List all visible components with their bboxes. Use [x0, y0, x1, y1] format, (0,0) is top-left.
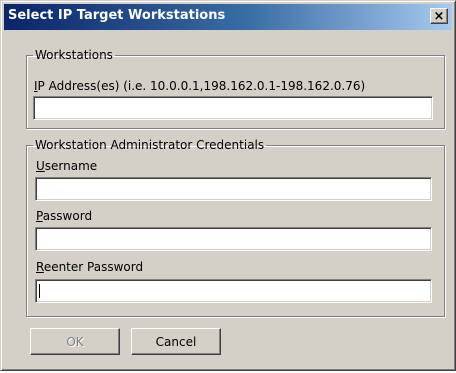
title-bar[interactable]: Select IP Target Workstations ×: [4, 4, 452, 30]
reenter-password-label: Reenter Password: [36, 260, 144, 274]
credentials-group-legend: Workstation Administrator Credentials: [35, 138, 265, 152]
reenter-password-input[interactable]: [35, 279, 432, 303]
username-input[interactable]: [35, 177, 432, 201]
ip-address-label: IP Address(es) (i.e. 10.0.0.1,198.162.0.…: [34, 79, 366, 93]
close-icon: ×: [433, 8, 445, 24]
password-label: Password: [36, 209, 93, 223]
username-label: Username: [36, 159, 98, 173]
dialog-window: Select IP Target Workstations × Workstat…: [0, 0, 456, 371]
cancel-button[interactable]: Cancel: [131, 328, 221, 355]
workstations-group-legend: Workstations: [35, 48, 113, 62]
ip-address-input[interactable]: [33, 96, 433, 120]
close-button[interactable]: ×: [430, 8, 448, 24]
text-caret: [39, 284, 40, 298]
password-input[interactable]: [35, 227, 432, 251]
ok-button[interactable]: OK: [30, 328, 120, 355]
dialog-title: Select IP Target Workstations: [8, 8, 226, 23]
